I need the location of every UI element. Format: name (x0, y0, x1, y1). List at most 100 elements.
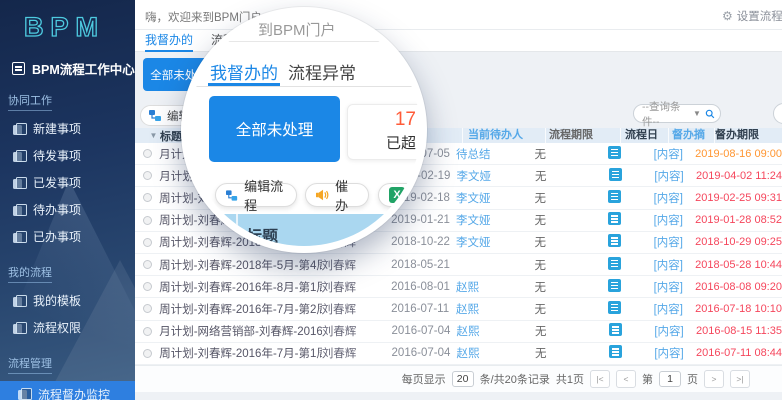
table-row[interactable]: 周计划-刘春辉-2016年-8月-第1周 刘春辉 2016-08-01 赵熙 无… (135, 276, 782, 298)
row-summary-link[interactable]: [内容] (651, 234, 696, 250)
row-assignee-link[interactable]: 待总结 (451, 146, 531, 162)
row-time: 2016-08-01 (391, 281, 451, 293)
log-icon[interactable] (608, 212, 621, 225)
row-assignee-link[interactable]: 李文娅 (451, 234, 531, 250)
row-radio[interactable] (143, 282, 152, 291)
log-icon[interactable] (609, 345, 622, 358)
row-radio[interactable] (143, 216, 152, 225)
row-assignee-link[interactable]: 赵熙 (452, 323, 533, 339)
row-summary-link[interactable]: [内容] (651, 257, 696, 273)
magnified-urge-button[interactable]: 催办 (305, 183, 369, 207)
query-condition-dropdown[interactable]: --查询条件-- ▼ (633, 104, 721, 123)
row-title[interactable]: 周计划-刘春辉-2016年-8月-第1周 (159, 279, 321, 295)
magnified-excel-export-button[interactable]: X (378, 183, 427, 207)
row-radio[interactable] (143, 149, 152, 158)
row-assignee-link[interactable]: 赵熙 (452, 345, 533, 361)
advanced-query-button-partial[interactable] (773, 103, 782, 124)
row-radio[interactable] (143, 327, 152, 336)
log-icon[interactable] (608, 279, 621, 292)
last-page-button[interactable]: >| (730, 370, 750, 388)
row-summary-link[interactable]: [内容] (651, 345, 696, 361)
sidebar-item-已办事项[interactable]: 已办事项 (0, 223, 135, 250)
document-icon (13, 123, 25, 135)
row-radio[interactable] (143, 304, 152, 313)
sidebar-item-待办事项[interactable]: 待办事项 (0, 196, 135, 223)
sidebar-item-新建事项[interactable]: 新建事项 (0, 115, 135, 142)
row-summary-link[interactable]: [内容] (651, 212, 696, 228)
sidebar-section: 协同工作 新建事项 待发事项 已发事项 待办事项 已办事项 (0, 78, 135, 250)
col-summary: 督办摘要 (668, 128, 714, 143)
excel-icon: X (389, 187, 405, 203)
search-icon[interactable] (705, 108, 715, 120)
row-creator: 刘春辉 (322, 257, 392, 273)
sidebar-section-label: 我的流程 (8, 264, 52, 283)
log-icon[interactable] (609, 323, 622, 336)
tab-我督办的[interactable]: 我督办的 (145, 30, 193, 52)
row-time: 2016-07-11 (391, 303, 451, 315)
workcenter-label: BPM流程工作中心 (32, 59, 135, 78)
magnified-edit-process-button[interactable]: 编辑流程 (215, 183, 297, 207)
row-assignee-link[interactable]: 赵熙 (451, 279, 531, 295)
sidebar-item-label: 新建事项 (33, 120, 81, 137)
row-radio[interactable] (143, 238, 152, 247)
row-deadline: 无 (531, 301, 604, 317)
log-icon[interactable] (608, 146, 621, 159)
page-number-input[interactable]: 1 (659, 371, 681, 387)
sidebar-nav: 协同工作 新建事项 待发事项 已发事项 待办事项 已办事项 我的流程 我的模板 … (0, 78, 135, 400)
row-assignee-link[interactable]: 赵熙 (451, 301, 531, 317)
row-title[interactable]: 周计划-刘春辉-2018年-5月-第4周 (159, 257, 321, 273)
magnified-tab-supervised[interactable]: 我督办的 (210, 59, 278, 84)
row-title[interactable]: 月计划-网络营销部-刘春辉-2016年-7月 (159, 323, 322, 339)
row-assignee-link[interactable]: 李文娅 (452, 168, 533, 184)
row-radio[interactable] (143, 193, 152, 202)
settings-theme-button[interactable]: ⚙ 设置流程主题 (722, 8, 782, 24)
log-icon[interactable] (608, 190, 621, 203)
table-row[interactable]: 月计划-网络营销部-刘春辉-2016年-7月 刘春辉 2016-07-04 赵熙… (135, 321, 782, 343)
row-summary-link[interactable]: [内容] (651, 323, 696, 339)
sidebar-item-label: 待办事项 (33, 201, 81, 218)
sidebar-item-流程权限[interactable]: 流程权限 (0, 314, 135, 341)
row-deadline: 无 (531, 257, 604, 273)
row-deadline: 无 (532, 168, 605, 184)
log-icon[interactable] (608, 234, 621, 247)
log-icon[interactable] (609, 168, 622, 181)
magnifier-circle: 到BPM门户 我督办的 流程异常 全部未处理 17 已超 编辑流程 催办 (181, 7, 427, 253)
row-summary-link[interactable]: [内容] (651, 168, 696, 184)
sidebar-section-label: 流程管理 (8, 355, 52, 374)
magnified-overdue-card[interactable]: 17 已超 (347, 104, 425, 160)
row-summary-link[interactable]: [内容] (651, 146, 696, 162)
row-due-date: 2019-04-02 11:24 (696, 170, 782, 182)
sidebar-item-我的模板[interactable]: 我的模板 (0, 287, 135, 314)
row-assignee-link[interactable]: 李文娅 (451, 212, 531, 228)
sidebar-item-待发事项[interactable]: 待发事项 (0, 142, 135, 169)
per-page-input[interactable]: 20 (452, 371, 474, 387)
row-summary-link[interactable]: [内容] (651, 190, 696, 206)
row-radio[interactable] (143, 260, 152, 269)
magnified-tab-exception[interactable]: 流程异常 (288, 59, 356, 84)
row-title[interactable]: 周计划-刘春辉-2016年-7月-第2周 (159, 301, 321, 317)
sidebar-item-workcenter[interactable]: BPM流程工作中心 (12, 59, 135, 78)
records-label: 条/共20条记录 (480, 371, 550, 387)
row-summary-link[interactable]: [内容] (651, 279, 696, 295)
row-assignee-link[interactable]: 李文娅 (451, 190, 531, 206)
log-icon[interactable] (608, 257, 621, 270)
table-row[interactable]: 周计划-刘春辉-2018年-5月-第4周 刘春辉 2018-05-21 无 [内… (135, 254, 782, 276)
magnified-all-unprocessed-card[interactable]: 全部未处理 (209, 96, 340, 162)
log-icon[interactable] (608, 301, 621, 314)
sort-down-icon[interactable]: ▼ (150, 131, 158, 140)
row-radio[interactable] (143, 349, 152, 358)
col-due: 督办期限 (714, 128, 782, 143)
sidebar: BPM BPM流程工作中心 协同工作 新建事项 待发事项 已发事项 待办事项 已… (0, 0, 135, 400)
row-radio[interactable] (143, 171, 152, 180)
table-row[interactable]: 周计划-刘春辉-2016年-7月-第2周 刘春辉 2016-07-11 赵熙 无… (135, 298, 782, 320)
sidebar-item-已发事项[interactable]: 已发事项 (0, 169, 135, 196)
col-deadline: 流程期限 (545, 128, 620, 143)
sidebar-item-流程督办监控[interactable]: 流程督办监控 (0, 381, 135, 400)
query-condition-label: --查询条件-- (642, 99, 689, 129)
row-summary-link[interactable]: [内容] (651, 301, 696, 317)
row-title[interactable]: 周计划-刘春辉-2016年-7月-第1周 (159, 345, 322, 361)
prev-page-button[interactable]: < (616, 370, 636, 388)
first-page-button[interactable]: |< (590, 370, 610, 388)
table-row[interactable]: 周计划-刘春辉-2016年-7月-第1周 刘春辉 2016-07-04 赵熙 无… (135, 343, 782, 365)
next-page-button[interactable]: > (704, 370, 724, 388)
